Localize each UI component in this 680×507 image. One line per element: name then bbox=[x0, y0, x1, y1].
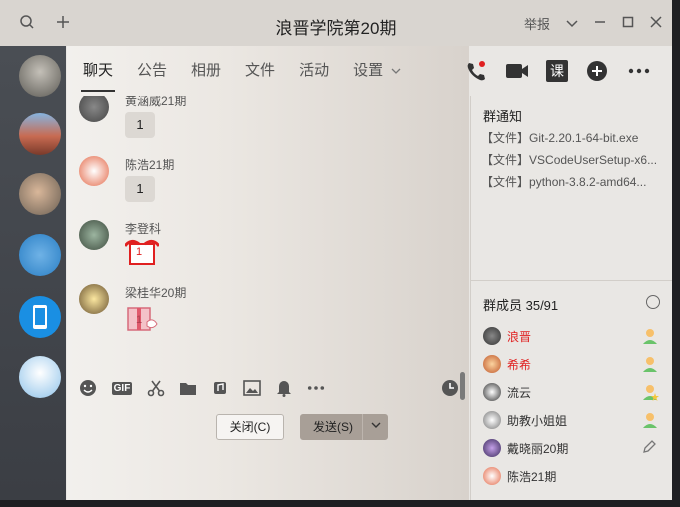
clock-icon[interactable] bbox=[441, 379, 459, 397]
file-item[interactable]: 【文件】VSCodeUserSetup-x6... bbox=[481, 151, 667, 168]
gift-count: 1 bbox=[136, 246, 143, 258]
more-icon[interactable] bbox=[307, 379, 325, 397]
avatar[interactable] bbox=[79, 156, 109, 186]
member-name: 希希 bbox=[507, 357, 532, 372]
avatar[interactable] bbox=[19, 234, 61, 276]
close-button[interactable]: 关闭(C) bbox=[216, 414, 284, 440]
avatar bbox=[483, 383, 501, 401]
admin-badge-icon bbox=[641, 411, 659, 429]
group-info-panel: 群通知 【文件】Git-2.20.1-64-bit.exe 【文件】VSCode… bbox=[470, 96, 672, 500]
tab-activity[interactable]: 活动 bbox=[299, 59, 329, 84]
file-item[interactable]: 【文件】Git-2.20.1-64-bit.exe bbox=[481, 129, 667, 146]
course-icon[interactable]: 课 bbox=[546, 60, 568, 82]
message-list: 黄涵威21期 1 陈浩21期 1 李登科 1 梁桂华20期 1 bbox=[67, 96, 469, 406]
member-item[interactable]: 戴晓丽20期 bbox=[483, 437, 663, 459]
avatar[interactable] bbox=[79, 96, 109, 122]
chevron-down-icon[interactable] bbox=[566, 16, 578, 31]
file-name: VSCodeUserSetup-x6... bbox=[529, 153, 658, 167]
gift-message[interactable]: 1 bbox=[125, 302, 158, 332]
video-icon[interactable] bbox=[504, 58, 530, 84]
background-strip bbox=[0, 500, 680, 507]
sender-name: 陈浩21期 bbox=[125, 158, 175, 172]
tab-album[interactable]: 相册 bbox=[191, 59, 221, 84]
conversation-sidebar bbox=[0, 46, 66, 500]
message-bubble[interactable]: 1 bbox=[125, 176, 155, 202]
bell-icon[interactable] bbox=[275, 379, 293, 397]
composer-toolbar: GIF bbox=[79, 376, 459, 400]
emoji-icon[interactable] bbox=[79, 379, 97, 397]
member-name: 浪晋 bbox=[507, 329, 532, 344]
tab-settings-label: 设置 bbox=[353, 61, 384, 79]
avatar bbox=[483, 411, 501, 429]
avatar[interactable] bbox=[19, 296, 61, 338]
avatar[interactable] bbox=[19, 173, 61, 215]
avatar[interactable] bbox=[19, 356, 61, 398]
avatar[interactable] bbox=[79, 284, 109, 314]
avatar[interactable] bbox=[19, 55, 61, 97]
report-button[interactable]: 举报 bbox=[524, 14, 550, 33]
avatar bbox=[483, 467, 501, 485]
member-item[interactable]: 助教小姐姐 bbox=[483, 409, 663, 431]
member-item[interactable]: 流云 bbox=[483, 381, 663, 403]
sender-name: 李登科 bbox=[125, 222, 162, 236]
admin-badge-icon bbox=[641, 383, 659, 401]
member-name: 陈浩21期 bbox=[507, 469, 557, 484]
minimize-icon[interactable] bbox=[594, 16, 606, 31]
avatar bbox=[483, 355, 501, 373]
search-icon[interactable] bbox=[646, 295, 660, 309]
avatar bbox=[483, 327, 501, 345]
course-label: 课 bbox=[550, 63, 564, 79]
close-icon[interactable] bbox=[650, 16, 662, 31]
tab-chat[interactable]: 聊天 bbox=[80, 59, 116, 92]
admin-badge-icon bbox=[641, 355, 659, 373]
member-name: 戴晓丽20期 bbox=[507, 441, 569, 456]
phone-icon[interactable] bbox=[462, 58, 488, 84]
gift-count: 1 bbox=[136, 314, 143, 326]
folder-icon[interactable] bbox=[179, 379, 197, 397]
more-icon[interactable] bbox=[626, 58, 652, 84]
file-item[interactable]: 【文件】python-3.8.2-amd64... bbox=[481, 173, 667, 190]
send-options-button[interactable] bbox=[362, 414, 388, 440]
scissors-icon[interactable] bbox=[147, 379, 165, 397]
tab-settings[interactable]: 设置 bbox=[353, 59, 401, 84]
message-bubble[interactable]: 1 bbox=[125, 112, 155, 138]
avatar[interactable] bbox=[19, 113, 61, 155]
member-name: 流云 bbox=[507, 385, 532, 400]
avatar[interactable] bbox=[79, 220, 109, 250]
member-item[interactable]: 浪晋 bbox=[483, 325, 663, 347]
file-prefix: 【文件】 bbox=[481, 175, 530, 189]
tab-announcement[interactable]: 公告 bbox=[137, 59, 167, 84]
scrollbar[interactable] bbox=[460, 372, 465, 400]
members-title: 群成员 35/91 bbox=[483, 298, 559, 313]
edit-icon[interactable] bbox=[641, 439, 659, 457]
member-name: 助教小姐姐 bbox=[507, 413, 568, 428]
member-item[interactable]: 陈浩21期 bbox=[483, 465, 663, 487]
maximize-icon[interactable] bbox=[622, 16, 634, 31]
gift-message[interactable]: 1 bbox=[123, 238, 161, 268]
divider bbox=[471, 280, 672, 281]
sender-name: 梁桂华20期 bbox=[125, 286, 187, 300]
tab-bar: 聊天 公告 相册 文件 活动 设置 bbox=[67, 46, 469, 96]
add-icon[interactable] bbox=[584, 58, 610, 84]
sender-name: 黄涵威21期 bbox=[125, 96, 187, 108]
image-icon[interactable] bbox=[243, 379, 261, 397]
file-name: Git-2.20.1-64-bit.exe bbox=[529, 131, 639, 145]
gif-icon[interactable]: GIF bbox=[111, 379, 133, 397]
file-name: python-3.8.2-amd64... bbox=[529, 175, 647, 189]
chat-window: 浪晋学院第20期 举报 聊天 公告 相册 文件 活动 设置 黄涵威21期 1 陈… bbox=[0, 0, 672, 500]
tab-files[interactable]: 文件 bbox=[245, 59, 275, 84]
notice-title: 群通知 bbox=[483, 109, 523, 124]
header-actions: 课 bbox=[462, 58, 652, 84]
send-label: 发送(S) bbox=[313, 420, 353, 434]
owner-badge-icon bbox=[641, 327, 659, 345]
gif-label: GIF bbox=[111, 381, 133, 395]
avatar bbox=[483, 439, 501, 457]
member-item[interactable]: 希希 bbox=[483, 353, 663, 375]
title-bar: 浪晋学院第20期 举报 bbox=[0, 0, 672, 46]
file-prefix: 【文件】 bbox=[481, 131, 530, 145]
file-prefix: 【文件】 bbox=[481, 153, 530, 167]
music-icon[interactable] bbox=[211, 379, 229, 397]
